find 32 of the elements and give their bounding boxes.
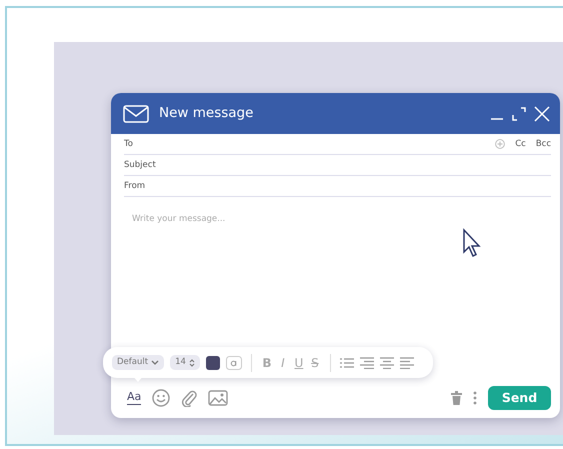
more-icon[interactable] [473, 391, 477, 405]
window-title: New message [159, 104, 254, 124]
trash-icon[interactable] [451, 391, 462, 405]
smiley-icon[interactable] [152, 389, 170, 407]
close-icon[interactable] [534, 106, 550, 122]
text-style-button[interactable]: B [260, 354, 273, 372]
text-style-button[interactable]: I [276, 354, 289, 372]
text-style-button[interactable]: U [292, 354, 305, 372]
send-button[interactable]: Send [488, 386, 551, 410]
recipient-option-link[interactable]: Bcc [536, 138, 551, 150]
highlight-icon[interactable] [226, 356, 242, 370]
text-color-swatch[interactable] [206, 356, 220, 370]
recipient-option-link[interactable]: Cc [515, 138, 526, 150]
up-down-icon [188, 358, 195, 368]
font-size-stepper[interactable]: 14 [170, 355, 200, 370]
align-center-icon[interactable] [380, 356, 394, 368]
text-format-button[interactable]: Aa [127, 391, 142, 405]
message-field[interactable]: Write your message... [132, 213, 432, 226]
envelope-icon [123, 104, 149, 122]
align-right-icon[interactable] [360, 356, 374, 368]
bullet-list-icon[interactable] [340, 356, 354, 368]
paperclip-icon[interactable] [181, 389, 198, 407]
chevron-down-icon [151, 360, 160, 366]
text-style-button[interactable]: S [308, 354, 321, 372]
field-label: To [124, 138, 133, 150]
field-label: From [124, 180, 146, 192]
maximize-icon[interactable] [512, 106, 526, 120]
font-dropdown[interactable]: Default [112, 355, 164, 370]
image-icon[interactable] [208, 390, 228, 406]
field-label: Subject [124, 158, 156, 172]
align-left-icon[interactable] [400, 356, 414, 368]
add-icon[interactable] [495, 139, 506, 149]
